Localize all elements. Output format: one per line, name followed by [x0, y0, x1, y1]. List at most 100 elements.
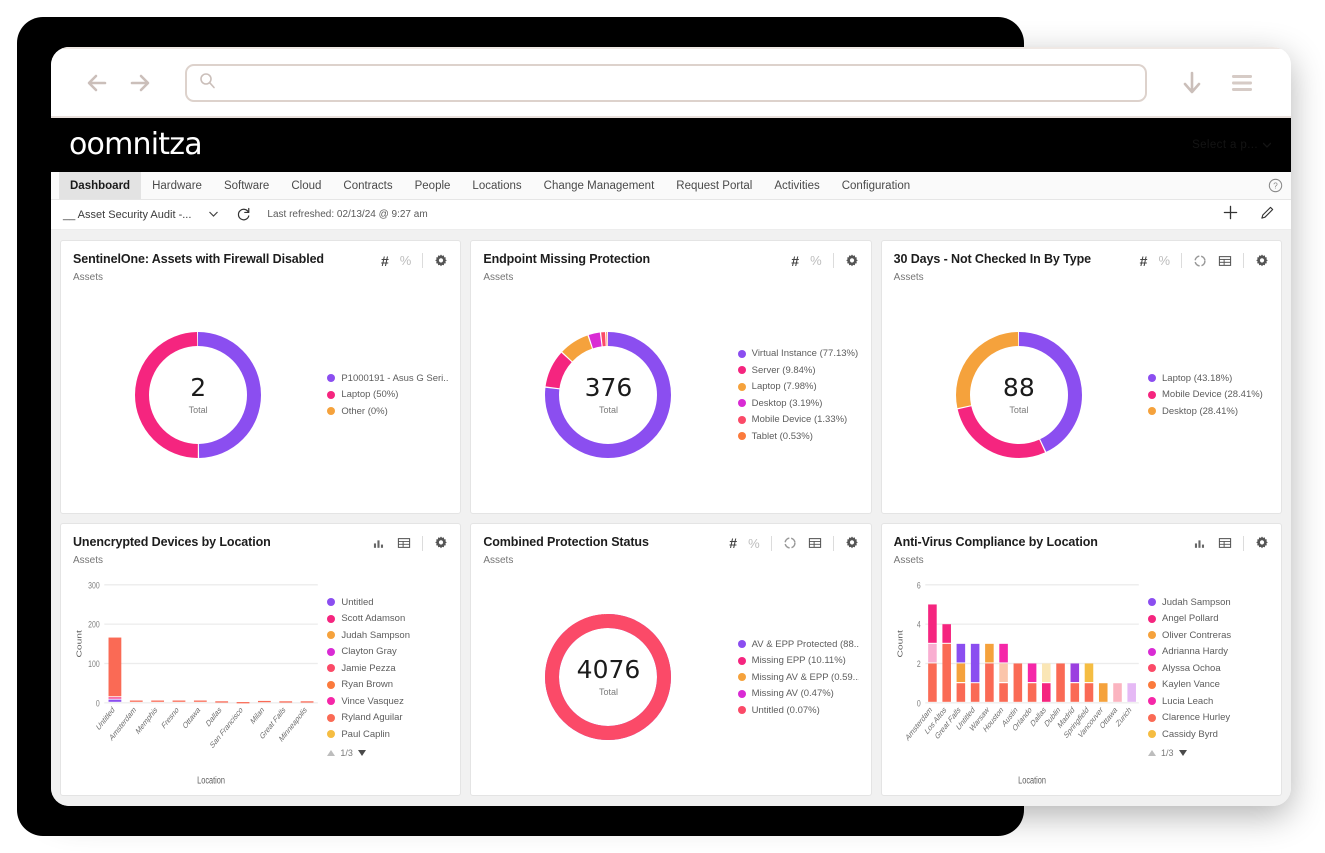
- hash-icon[interactable]: #: [791, 254, 799, 268]
- nav-tab-locations[interactable]: Locations: [461, 172, 532, 199]
- nav-tab-hardware[interactable]: Hardware: [141, 172, 213, 199]
- download-arrow-icon[interactable]: [1175, 66, 1209, 100]
- table-icon[interactable]: [1218, 254, 1232, 268]
- donut-chart: [545, 331, 672, 458]
- legend-item[interactable]: Oliver Contreras: [1148, 630, 1269, 641]
- arrow-right-icon[interactable]: [121, 62, 163, 104]
- arrow-left-icon[interactable]: [79, 62, 121, 104]
- refresh-icon[interactable]: [236, 207, 251, 222]
- legend-item[interactable]: Virtual Instance (77.13%): [737, 348, 859, 359]
- legend-prev-icon[interactable]: [327, 750, 336, 756]
- hash-icon[interactable]: #: [1140, 254, 1148, 268]
- legend-item[interactable]: Lucia Leach: [1148, 696, 1269, 707]
- profile-selector[interactable]: Select a p...: [1192, 139, 1272, 151]
- svg-text:300: 300: [88, 579, 100, 590]
- donut-icon[interactable]: [783, 536, 797, 550]
- question-mark-circle-icon[interactable]: ?: [1268, 172, 1291, 199]
- legend-label: Laptop (43.18%): [1162, 372, 1233, 384]
- gear-icon[interactable]: [845, 254, 859, 268]
- bar-segment: [1098, 682, 1108, 702]
- dashboard-selector[interactable]: __ Asset Security Audit -...: [63, 209, 219, 221]
- gear-icon[interactable]: [1255, 536, 1269, 550]
- legend-item[interactable]: Ryland Aguilar: [327, 712, 448, 723]
- table-icon[interactable]: [1218, 536, 1232, 550]
- nav-tab-people[interactable]: People: [404, 172, 462, 199]
- legend-item[interactable]: Untitled (0.07%): [737, 705, 859, 716]
- legend-item[interactable]: Angel Pollard: [1148, 613, 1269, 624]
- percent-icon[interactable]: %: [810, 254, 822, 267]
- legend-item[interactable]: Laptop (50%): [327, 389, 448, 400]
- legend-item[interactable]: Judah Sampson: [327, 630, 448, 641]
- legend-item[interactable]: Scott Adamson: [327, 613, 448, 624]
- legend-item[interactable]: Desktop (28.41%): [1148, 406, 1269, 417]
- legend-item[interactable]: Paul Caplin: [327, 729, 448, 740]
- percent-icon[interactable]: %: [400, 254, 412, 267]
- gear-icon[interactable]: [845, 536, 859, 550]
- nav-tab-configuration[interactable]: Configuration: [831, 172, 921, 199]
- legend-item[interactable]: Desktop (3.19%): [737, 398, 859, 409]
- bar-segment: [942, 623, 951, 643]
- nav-tab-change-management[interactable]: Change Management: [533, 172, 666, 199]
- legend-item[interactable]: Clarence Hurley: [1148, 712, 1269, 723]
- legend-item[interactable]: Adrianna Hardy: [1148, 646, 1269, 657]
- legend-item[interactable]: Cassidy Byrd: [1148, 729, 1269, 740]
- hash-icon[interactable]: #: [729, 536, 737, 550]
- legend-next-icon[interactable]: [357, 750, 366, 756]
- legend-item[interactable]: Missing AV (0.47%): [737, 688, 859, 699]
- legend-item[interactable]: Missing EPP (10.11%): [737, 655, 859, 666]
- table-icon[interactable]: [397, 536, 411, 550]
- legend-item[interactable]: Laptop (43.18%): [1148, 373, 1269, 384]
- icon-divider: [832, 253, 834, 268]
- search-icon: [199, 72, 216, 94]
- gear-icon[interactable]: [434, 254, 448, 268]
- legend-next-icon[interactable]: [1178, 750, 1187, 756]
- legend-item[interactable]: Tablet (0.53%): [737, 431, 859, 442]
- legend-item[interactable]: Missing AV & EPP (0.59...: [737, 672, 859, 683]
- legend-pager[interactable]: 1/3: [1148, 748, 1269, 758]
- legend-item[interactable]: Other (0%): [327, 406, 448, 417]
- gear-icon[interactable]: [1255, 254, 1269, 268]
- legend-item[interactable]: Jamie Pezza: [327, 663, 448, 674]
- legend-item[interactable]: Vince Vasquez: [327, 696, 448, 707]
- nav-tab-request-portal[interactable]: Request Portal: [665, 172, 763, 199]
- address-bar[interactable]: [185, 63, 1147, 102]
- bar-chart: 0246AmsterdamLos AltosGreat FallsUntitle…: [895, 579, 1139, 785]
- percent-icon[interactable]: %: [1158, 254, 1170, 267]
- nav-tab-contracts[interactable]: Contracts: [332, 172, 403, 199]
- legend-item[interactable]: Mobile Device (1.33%): [737, 414, 859, 425]
- nav-tab-dashboard[interactable]: Dashboard: [59, 172, 142, 199]
- legend-item[interactable]: Laptop (7.98%): [737, 381, 859, 392]
- donut-chart: [135, 331, 262, 458]
- legend-pager[interactable]: 1/3: [327, 748, 448, 758]
- legend-prev-icon[interactable]: [1148, 750, 1156, 756]
- bar-chart-icon[interactable]: [372, 536, 386, 550]
- table-icon[interactable]: [808, 536, 822, 550]
- bar-chart-icon[interactable]: [1193, 536, 1207, 550]
- legend-item[interactable]: Ryan Brown: [327, 679, 448, 690]
- svg-text:0: 0: [96, 697, 100, 708]
- legend-color-dot: [737, 689, 746, 698]
- pencil-icon[interactable]: [1260, 205, 1275, 225]
- donut-icon[interactable]: [1193, 254, 1207, 268]
- legend-item[interactable]: Untitled: [327, 597, 448, 608]
- legend-item[interactable]: AV & EPP Protected (88...: [737, 639, 859, 650]
- nav-tab-cloud[interactable]: Cloud: [280, 172, 332, 199]
- gear-icon[interactable]: [434, 536, 448, 550]
- url-input[interactable]: [224, 65, 1133, 100]
- donut-chart: [545, 614, 672, 741]
- plus-icon[interactable]: [1223, 205, 1238, 225]
- app-header: oomnitza Select a p...: [51, 118, 1291, 172]
- hash-icon[interactable]: #: [381, 254, 389, 268]
- legend-item[interactable]: P1000191 - Asus G Seri...: [327, 373, 448, 384]
- legend-item[interactable]: Clayton Gray: [327, 646, 448, 657]
- nav-tab-activities[interactable]: Activities: [763, 172, 830, 199]
- nav-tab-software[interactable]: Software: [213, 172, 280, 199]
- legend-item[interactable]: Alyssa Ochoa: [1148, 663, 1269, 674]
- legend-item[interactable]: Server (9.84%): [737, 365, 859, 376]
- hamburger-menu-icon[interactable]: [1225, 66, 1259, 100]
- percent-icon[interactable]: %: [748, 537, 760, 550]
- legend-item[interactable]: Judah Sampson: [1148, 597, 1269, 608]
- legend-item[interactable]: Kaylen Vance: [1148, 679, 1269, 690]
- bar-segment: [998, 643, 1008, 662]
- legend-item[interactable]: Mobile Device (28.41%): [1148, 389, 1269, 400]
